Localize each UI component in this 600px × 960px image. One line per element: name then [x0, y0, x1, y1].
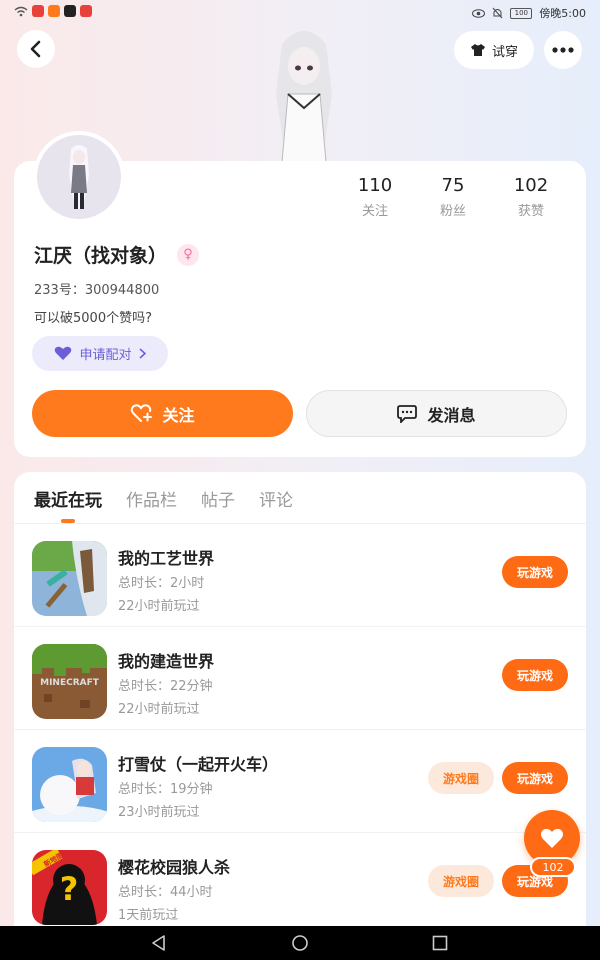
female-gender-icon: ♀: [177, 243, 200, 266]
svg-text:?: ?: [60, 870, 79, 908]
tab-label: 帖子: [201, 491, 235, 511]
status-time: 傍晚5:00: [539, 7, 586, 20]
minecraft-icon[interactable]: MINECRAFT: [32, 644, 107, 719]
tab-label: 作品栏: [126, 491, 177, 511]
play-game-button[interactable]: 玩游戏: [502, 762, 568, 794]
more-dots-icon: [552, 47, 574, 53]
back-button[interactable]: [17, 30, 55, 68]
apply-match-label: 申请配对: [79, 348, 132, 363]
game-title: 我的建造世界: [118, 652, 215, 671]
system-navigation-bar: [0, 926, 600, 960]
tab-works[interactable]: 作品栏: [126, 486, 177, 523]
app-notification-icon: [48, 5, 60, 17]
wifi-icon: [14, 6, 28, 16]
tab-label: 评论: [259, 491, 293, 511]
game-title: 打雪仗（一起开火车）: [118, 755, 279, 774]
stat-followers[interactable]: 75 粉丝: [414, 175, 492, 219]
send-message-button[interactable]: 发消息: [306, 390, 567, 437]
game-title: 我的工艺世界: [118, 549, 215, 568]
pickaxe-game-icon[interactable]: [32, 541, 107, 616]
mute-bell-icon: [492, 7, 503, 19]
game-list-item[interactable]: 打雪仗（一起开火车） 总时长：19分钟 23小时前玩过 游戏圈 玩游戏: [14, 730, 586, 833]
chat-bubble-icon: [397, 404, 418, 423]
stat-value: 75: [441, 175, 465, 196]
tab-posts[interactable]: 帖子: [201, 486, 235, 523]
minecraft-logo-text: MINECRAFT: [40, 678, 100, 688]
eye-icon: [472, 8, 486, 18]
app-notification-icon: [64, 5, 76, 17]
game-duration: 总时长：19分钟: [118, 782, 213, 797]
avatar[interactable]: [33, 131, 125, 223]
nav-recents-icon[interactable]: [431, 934, 449, 952]
app-notification-icon: [32, 5, 44, 17]
game-duration: 总时长：44小时: [118, 885, 213, 900]
tab-comments[interactable]: 评论: [259, 486, 293, 523]
stat-likes[interactable]: 102 获赞: [492, 175, 570, 219]
app-notification-icon: [80, 5, 92, 17]
game-last-played: 1天前玩过: [118, 908, 179, 923]
tab-recently-played[interactable]: 最近在玩: [34, 486, 102, 523]
user-bio: 可以破5000个赞吗?: [34, 311, 152, 326]
game-circle-button[interactable]: 游戏圈: [428, 865, 494, 897]
stat-value: 102: [513, 175, 549, 196]
game-list-item[interactable]: MINECRAFT 我的建造世界 总时长：22分钟 22小时前玩过 玩游戏: [14, 627, 586, 730]
stat-label: 获赞: [517, 204, 544, 219]
werewolf-game-icon[interactable]: ? 新地图: [32, 850, 107, 925]
game-list-item[interactable]: 我的工艺世界 总时长：2小时 22小时前玩过 玩游戏: [14, 524, 586, 627]
chevron-left-icon: [30, 40, 41, 58]
heart-icon: [55, 346, 72, 360]
profile-stats: 110 关注 75 粉丝 102 获赞: [336, 175, 570, 219]
stat-following[interactable]: 110 关注: [336, 175, 414, 219]
profile-card: 110 关注 75 粉丝 102 获赞 江厌（找对象） ♀ 233号：30094…: [14, 131, 586, 457]
game-last-played: 22小时前玩过: [118, 599, 200, 614]
snowball-game-icon[interactable]: [32, 747, 107, 822]
play-game-button[interactable]: 玩游戏: [502, 556, 568, 588]
heart-icon: [541, 828, 563, 848]
shirt-icon: [470, 44, 485, 56]
nav-back-icon[interactable]: [150, 934, 168, 952]
game-last-played: 22小时前玩过: [118, 702, 200, 717]
apply-match-button[interactable]: 申请配对: [32, 336, 168, 371]
status-icons-right: 100 傍晚5:00: [472, 5, 586, 21]
user-id: 233号：300944800: [34, 283, 160, 298]
follow-button[interactable]: 关注: [32, 390, 293, 437]
try-on-button[interactable]: 试穿: [454, 31, 534, 69]
send-message-label: 发消息: [427, 405, 476, 425]
try-on-label: 试穿: [491, 44, 518, 60]
nav-home-icon[interactable]: [291, 934, 309, 952]
status-bar: 100 傍晚5:00: [0, 0, 600, 24]
game-title: 樱花校园狼人杀: [118, 858, 231, 877]
play-game-button[interactable]: 玩游戏: [502, 659, 568, 691]
chevron-right-icon: [138, 348, 146, 359]
stat-label: 关注: [361, 204, 388, 219]
stat-value: 110: [357, 175, 393, 196]
game-duration: 总时长：22分钟: [118, 679, 213, 694]
user-name: 江厌（找对象）: [34, 245, 168, 267]
game-duration: 总时长：2小时: [118, 576, 205, 591]
hero-character-image: [262, 24, 346, 163]
activity-card: 最近在玩 作品栏 帖子 评论 我的工艺世界 总时长：2小时 22小时前玩过 玩游…: [14, 472, 586, 942]
game-list-item[interactable]: ? 新地图 樱花校园狼人杀 总时长：44小时 1天前玩过 游戏圈 玩游戏: [14, 833, 586, 936]
battery-icon: 100: [510, 7, 533, 19]
more-button[interactable]: [544, 31, 582, 69]
game-circle-button[interactable]: 游戏圈: [428, 762, 494, 794]
follow-label: 关注: [162, 405, 195, 425]
tab-label: 最近在玩: [34, 491, 102, 511]
game-last-played: 23小时前玩过: [118, 805, 200, 820]
like-count-badge: 102: [530, 857, 576, 877]
status-icons-left: [14, 5, 92, 17]
name-row: 江厌（找对象） ♀: [34, 241, 200, 268]
profile-tabs: 最近在玩 作品栏 帖子 评论: [34, 486, 293, 523]
stat-label: 粉丝: [439, 204, 466, 219]
heart-plus-icon: [131, 404, 153, 422]
